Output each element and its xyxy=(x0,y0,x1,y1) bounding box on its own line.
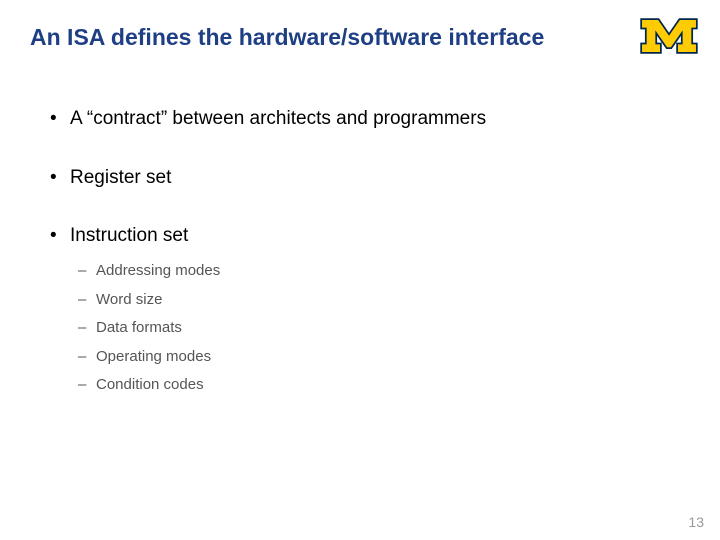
slide: An ISA defines the hardware/software int… xyxy=(0,0,720,540)
bullet-text: Instruction set xyxy=(70,225,188,246)
sub-bullet-item: Addressing modes xyxy=(96,261,690,281)
bullet-text: Register set xyxy=(70,167,171,188)
sub-bullet-item: Operating modes xyxy=(96,347,690,367)
sub-bullet-item: Data formats xyxy=(96,318,690,338)
bullet-item: A “contract” between architects and prog… xyxy=(70,107,690,132)
bullet-item: Instruction set Addressing modes Word si… xyxy=(70,224,690,394)
bullet-list: A “contract” between architects and prog… xyxy=(70,107,690,395)
slide-title: An ISA defines the hardware/software int… xyxy=(30,24,690,51)
bullet-text: A “contract” between architects and prog… xyxy=(70,108,486,129)
sub-bullet-list: Addressing modes Word size Data formats … xyxy=(70,261,690,395)
bullet-item: Register set xyxy=(70,166,690,191)
page-number: 13 xyxy=(688,514,704,530)
sub-bullet-item: Word size xyxy=(96,290,690,310)
michigan-logo-icon xyxy=(640,18,698,54)
sub-bullet-item: Condition codes xyxy=(96,375,690,395)
